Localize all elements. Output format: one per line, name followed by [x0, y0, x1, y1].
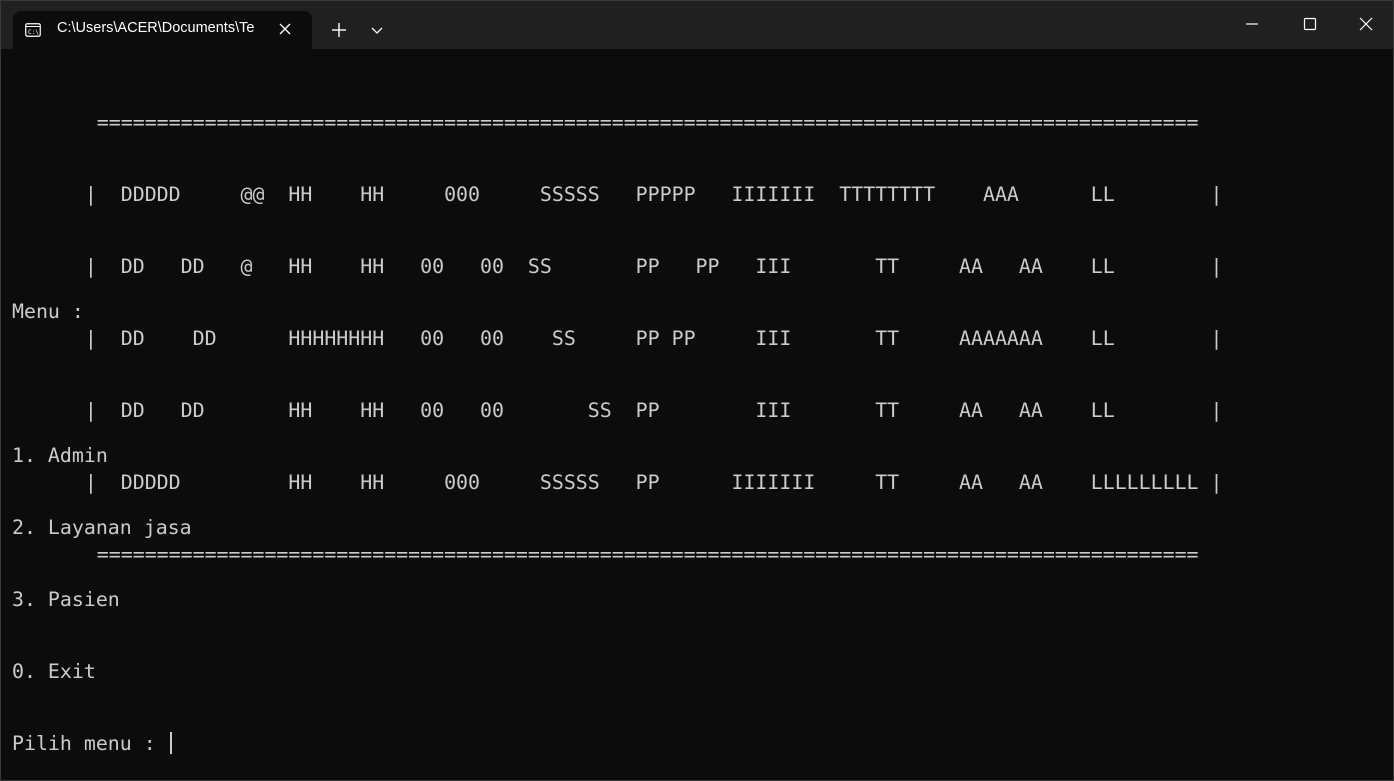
menu-heading: Menu :	[12, 300, 84, 323]
tab-dropdown-button[interactable]	[363, 15, 391, 45]
minimize-icon	[1246, 23, 1258, 25]
banner-line: | DDDDD @@ HH HH 000 SSSSS PPPPP IIIIIII…	[1, 183, 1223, 206]
maximize-icon	[1303, 17, 1317, 31]
prompt-label: Pilih menu :	[12, 732, 168, 755]
new-tab-button[interactable]	[323, 15, 355, 45]
svg-text:C:\: C:\	[28, 29, 39, 36]
plus-icon	[332, 23, 346, 37]
minimize-button[interactable]	[1223, 1, 1281, 47]
close-icon	[1359, 17, 1373, 31]
title-bar: C:\ C:\Users\ACER\Documents\Te	[1, 1, 1393, 49]
prompt-line: Pilih menu :	[12, 732, 192, 756]
terminal-window: C:\ C:\Users\ACER\Documents\Te =========…	[0, 0, 1394, 781]
tab-active[interactable]: C:\ C:\Users\ACER\Documents\Te	[13, 11, 312, 49]
menu-block: Menu : 1. Admin 2. Layanan jasa 3. Pasie…	[12, 252, 192, 781]
console-output[interactable]: ========================================…	[1, 49, 1393, 780]
tab-close-icon[interactable]	[277, 21, 293, 37]
close-window-button[interactable]	[1337, 1, 1394, 47]
menu-item-admin: 1. Admin	[12, 444, 108, 467]
banner-line: ========================================…	[1, 111, 1199, 134]
menu-item-exit: 0. Exit	[12, 660, 96, 683]
menu-item-layanan-jasa: 2. Layanan jasa	[12, 516, 192, 539]
maximize-button[interactable]	[1281, 1, 1339, 47]
terminal-icon: C:\	[25, 22, 41, 38]
text-cursor[interactable]	[169, 732, 173, 754]
chevron-down-icon	[371, 27, 383, 34]
menu-item-pasien: 3. Pasien	[12, 588, 120, 611]
tab-title: C:\Users\ACER\Documents\Te	[57, 20, 255, 36]
